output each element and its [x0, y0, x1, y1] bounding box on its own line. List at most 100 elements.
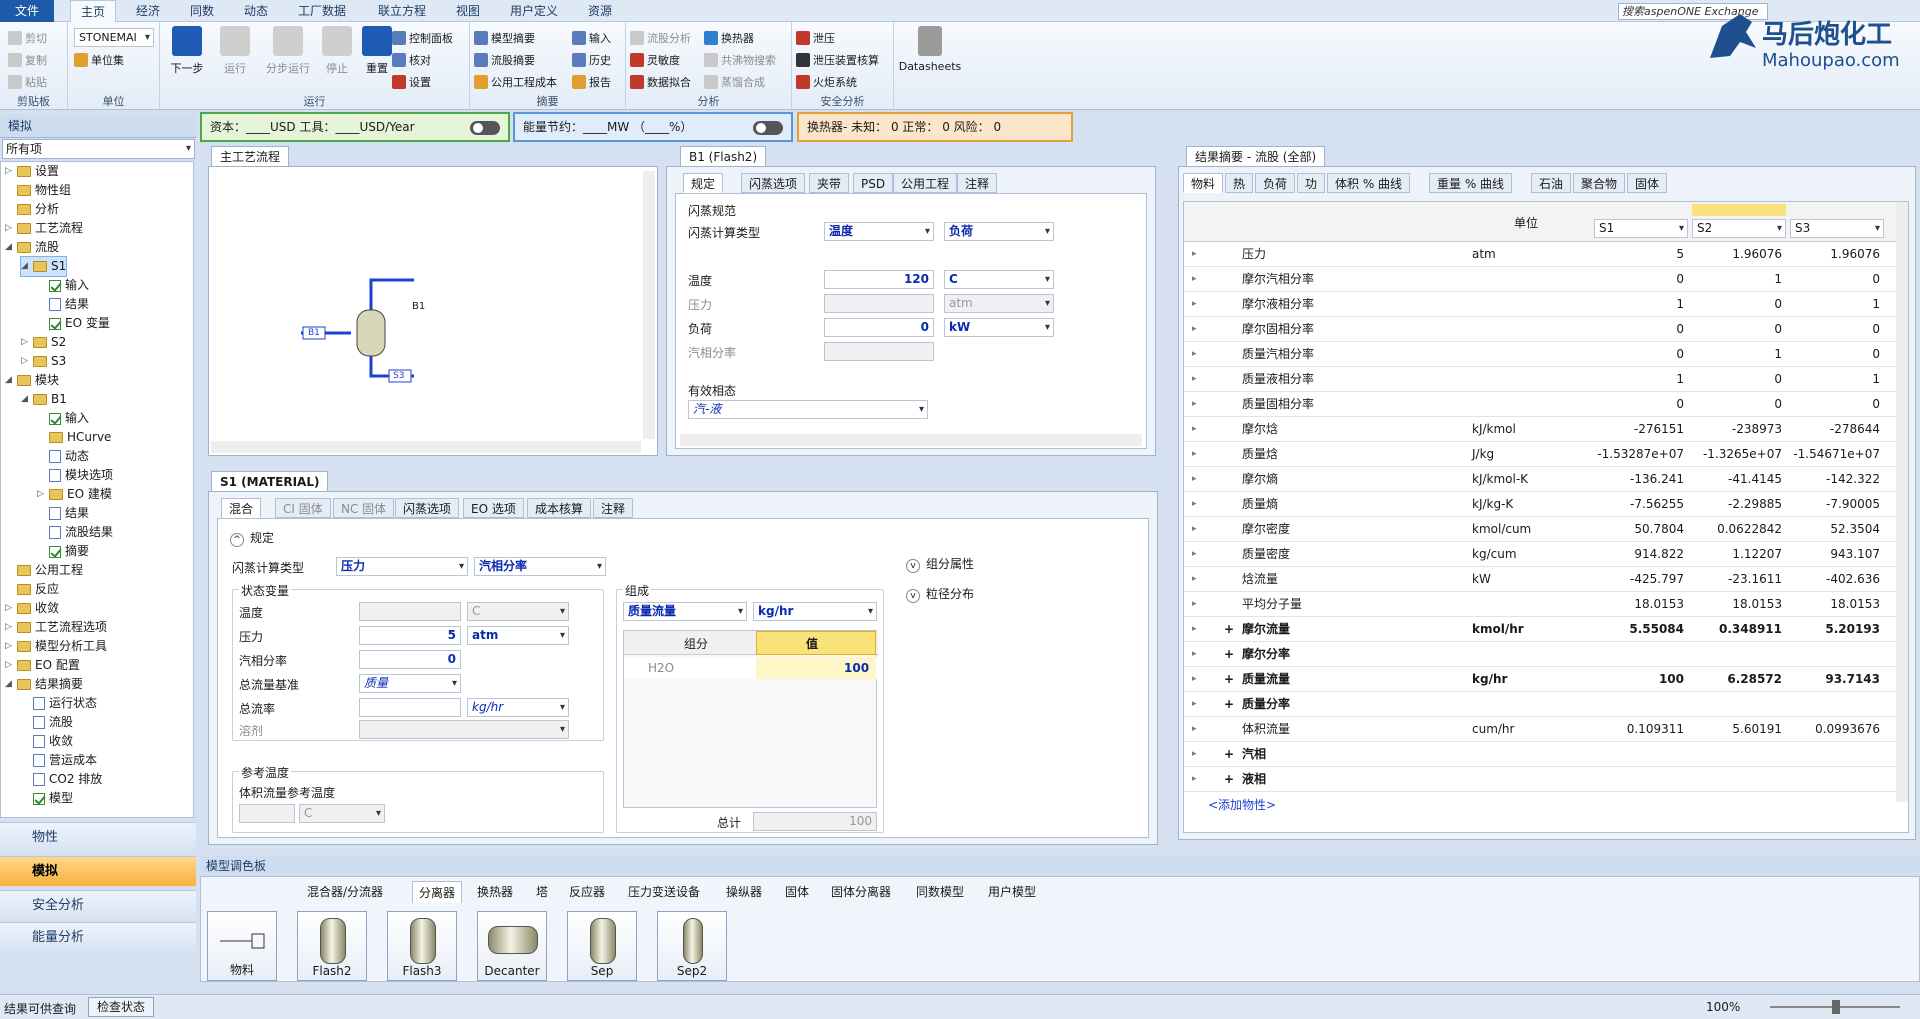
palette-tab[interactable]: 用户模型 — [982, 881, 1042, 903]
s1-subtab-mixed[interactable]: 混合 — [221, 498, 262, 518]
b1-subtab-spec[interactable]: 规定 — [683, 173, 724, 193]
nav-button-safety[interactable]: 安全分析 — [0, 890, 196, 920]
flowsheet-v-scrollbar[interactable] — [643, 171, 655, 439]
palette-tab[interactable]: 混合器/分流器 — [301, 881, 389, 903]
expand-plus-icon[interactable]: + — [1224, 742, 1234, 767]
s1-temp-unit-select[interactable]: C — [467, 602, 569, 621]
palette-tab[interactable]: 固体 — [779, 881, 815, 903]
palette-tab[interactable]: 塔 — [530, 881, 554, 903]
palette-item-sep2[interactable]: Sep2 — [657, 911, 727, 981]
nav-button-energy[interactable]: 能量分析 — [0, 922, 196, 952]
table-row[interactable]: ▸ 摩尔熵 kJ/kmol-K -136.241 -41.4145 -142.322 — [1184, 467, 1908, 492]
table-row[interactable]: ▸ + 摩尔流量 kmol/hr 5.55084 0.348911 5.20193 — [1184, 617, 1908, 642]
nav-tree-item[interactable]: ▷ EO 配置 — [5, 656, 80, 675]
menu-tab-file[interactable]: 文件 — [0, 0, 54, 22]
s1-subtab-eo-options[interactable]: EO 选项 — [463, 498, 524, 518]
nav-tree-item[interactable]: 物性组 — [5, 181, 71, 200]
expand-arrow-icon[interactable]: ▷ — [5, 656, 13, 675]
nav-tree-item[interactable]: 结果 — [37, 504, 89, 523]
menu-tab-same[interactable]: 同数 — [180, 0, 224, 22]
s1-spec-section[interactable]: ^ 规定 — [230, 529, 274, 547]
menu-tab-economics[interactable]: 经济 — [126, 0, 170, 22]
menu-tab-view[interactable]: 视图 — [446, 0, 490, 22]
nav-tree-item[interactable]: 运行状态 — [21, 694, 97, 713]
nav-tree-item[interactable]: 摘要 — [37, 542, 89, 561]
nav-tree-item[interactable]: ▷ 工艺流程 — [5, 219, 83, 238]
sensitivity-button[interactable]: 灵敏度 — [630, 52, 680, 68]
copy-button[interactable]: 复制 — [8, 52, 47, 68]
comp-attr-section[interactable]: v 组分属性 — [906, 555, 974, 573]
expand-arrow-icon[interactable]: ▷ — [5, 219, 13, 238]
palette-item-flash2[interactable]: Flash2 — [297, 911, 367, 981]
paste-button[interactable]: 粘贴 — [8, 74, 47, 90]
expand-plus-icon[interactable]: + — [1224, 767, 1234, 792]
nav-tree-item[interactable]: ▷ EO 建模 — [37, 485, 112, 504]
expand-arrow-icon[interactable]: ◢ — [5, 238, 13, 257]
history-button[interactable]: 历史 — [572, 52, 611, 68]
nav-tree-item[interactable]: 流股结果 — [37, 523, 113, 542]
expand-arrow-icon[interactable]: ◢ — [5, 371, 13, 390]
palette-item-sep[interactable]: Sep — [567, 911, 637, 981]
table-row[interactable]: ▸ 体积流量 cum/hr 0.109311 5.60191 0.0993676 — [1184, 717, 1908, 742]
s1-subtab-costing[interactable]: 成本核算 — [527, 498, 592, 518]
palette-tab[interactable]: 压力变送设备 — [622, 881, 706, 903]
datasheets-button[interactable]: Datasheets — [898, 26, 962, 73]
results-tab[interactable]: 体积 % 曲线 — [1327, 173, 1411, 193]
relief-button[interactable]: 泄压 — [796, 30, 835, 46]
table-row[interactable]: ▸ 摩尔汽相分率 0 1 0 — [1184, 267, 1908, 292]
nav-tree-item[interactable]: 反应 — [5, 580, 59, 599]
nav-tree-item[interactable]: EO 变量 — [37, 314, 110, 333]
nav-filter-select[interactable]: 所有项 — [2, 139, 195, 159]
palette-tab[interactable]: 操纵器 — [720, 881, 768, 903]
expand-plus-icon[interactable]: + — [1224, 667, 1234, 692]
results-tab[interactable]: 热 — [1225, 173, 1254, 193]
cut-button[interactable]: 剪切 — [8, 30, 47, 46]
flare-button[interactable]: 火炬系统 — [796, 74, 857, 90]
unit-set-select[interactable]: STONEMAI — [74, 28, 154, 47]
nav-tree-item[interactable]: ▷ 设置 — [5, 162, 59, 181]
palette-tab[interactable]: 反应器 — [563, 881, 611, 903]
distill-synth-button[interactable]: 蒸馏合成 — [704, 74, 765, 90]
results-tab[interactable]: 功 — [1297, 173, 1326, 193]
results-tab[interactable]: 固体 — [1627, 173, 1668, 193]
nav-tree-item[interactable]: 营运成本 — [21, 751, 97, 770]
s1-vf-input[interactable]: 0 — [359, 650, 461, 669]
b1-subtab-entrain[interactable]: 夹带 — [809, 173, 850, 193]
nav-tree-item[interactable]: 流股 — [21, 713, 73, 732]
expand-arrow-icon[interactable]: ▷ — [21, 333, 29, 352]
s1-pressure-input[interactable]: 5 — [359, 626, 461, 645]
nav-tree-item[interactable]: ▷ 收敛 — [5, 599, 59, 618]
results-stream-select-s3[interactable]: S3 — [1790, 219, 1884, 238]
check-status-button[interactable]: 检查状态 — [88, 997, 155, 1017]
table-row[interactable]: ▸ 焓流量 kW -425.797 -23.1611 -402.636 — [1184, 567, 1908, 592]
s1-rate-input[interactable] — [359, 698, 461, 717]
nav-tree-item[interactable]: ▷ S3 — [21, 352, 66, 371]
expand-arrow-icon[interactable]: ▷ — [37, 485, 45, 504]
step-button[interactable]: 分步运行 — [260, 26, 316, 76]
tab-main-flowsheet[interactable]: 主工艺流程 — [211, 146, 290, 166]
s1-pressure-unit-select[interactable]: atm — [467, 626, 569, 645]
b1-subtab-flash-options[interactable]: 闪蒸选项 — [741, 173, 806, 193]
results-tab[interactable]: 物料 — [1183, 173, 1224, 193]
expand-arrow-icon[interactable]: ◢ — [21, 257, 29, 276]
control-panel-button[interactable]: 控制面板 — [392, 30, 453, 46]
menu-tab-dynamics[interactable]: 动态 — [234, 0, 278, 22]
table-row[interactable]: ▸ 摩尔液相分率 1 0 1 — [1184, 292, 1908, 317]
comp-value[interactable]: 100 — [844, 661, 869, 675]
nav-tree-item[interactable]: ▷ 工艺流程选项 — [5, 618, 107, 637]
nav-tree-item[interactable]: 输入 — [37, 276, 89, 295]
expand-arrow-icon[interactable]: ▷ — [5, 162, 13, 181]
nav-tree-item[interactable]: 动态 — [37, 447, 89, 466]
b1-temp-input[interactable]: 120 — [824, 270, 934, 289]
nav-tree-item[interactable]: 模型 — [21, 789, 73, 808]
table-row[interactable]: ▸ 质量汽相分率 0 1 0 — [1184, 342, 1908, 367]
nav-tree-item[interactable]: 收敛 — [21, 732, 73, 751]
results-tab[interactable]: 石油 — [1531, 173, 1572, 193]
table-row[interactable]: ▸ 平均分子量 18.0153 18.0153 18.0153 — [1184, 592, 1908, 617]
nav-button-properties[interactable]: 物性 — [0, 822, 196, 852]
nav-tree-item[interactable]: ◢ 结果摘要 — [5, 675, 83, 694]
nav-tree-item[interactable]: 结果 — [37, 295, 89, 314]
expand-arrow-icon[interactable]: ▷ — [5, 618, 13, 637]
s1-comp-unit-select[interactable]: kg/hr — [753, 602, 877, 621]
settings-button[interactable]: 设置 — [392, 74, 431, 90]
